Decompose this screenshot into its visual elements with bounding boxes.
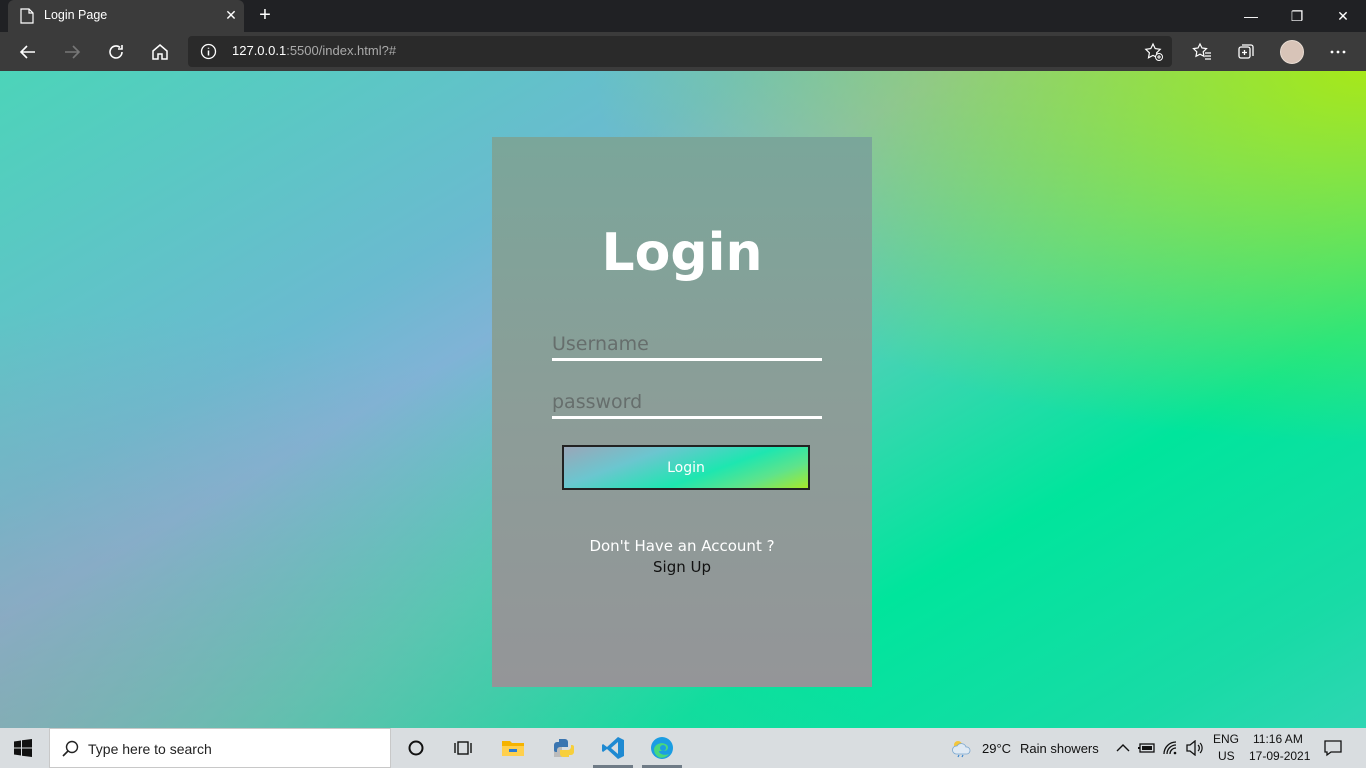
forward-icon[interactable] [60, 40, 84, 64]
close-window-icon[interactable]: ✕ [1333, 6, 1353, 26]
language-code[interactable]: ENG [1213, 732, 1239, 746]
weather-description[interactable]: Rain showers [1020, 741, 1099, 756]
windows-start-icon[interactable] [14, 739, 32, 757]
page-viewport: Login Login Don't Have an Account ? Sign… [0, 71, 1366, 728]
weather-temperature[interactable]: 29°C [982, 741, 1011, 756]
file-explorer-icon[interactable] [500, 736, 526, 760]
volume-icon[interactable] [1182, 736, 1208, 760]
vscode-icon[interactable] [600, 736, 626, 760]
keyboard-region[interactable]: US [1218, 749, 1235, 763]
task-view-icon[interactable] [450, 736, 476, 760]
tab-title: Login Page [44, 8, 108, 22]
browser-toolbar: 127.0.0.1:5500/index.html?# [0, 32, 1366, 71]
home-icon[interactable] [148, 40, 172, 64]
browser-tab-strip: Login Page ✕ + — ❐ ✕ [0, 0, 1366, 32]
password-input[interactable] [552, 389, 822, 415]
collections-icon[interactable] [1234, 40, 1258, 64]
username-field[interactable] [552, 331, 822, 361]
clock-time[interactable]: 11:16 AM [1253, 732, 1303, 746]
profile-avatar[interactable] [1280, 40, 1304, 64]
page-icon [20, 8, 34, 24]
signup-link[interactable]: Sign Up [492, 558, 872, 576]
username-input[interactable] [552, 331, 822, 357]
refresh-icon[interactable] [104, 40, 128, 64]
edge-icon[interactable] [649, 736, 675, 760]
search-placeholder: Type here to search [88, 741, 212, 757]
close-tab-icon[interactable]: ✕ [224, 8, 238, 22]
login-card: Login Login Don't Have an Account ? Sign… [492, 137, 872, 687]
add-favorite-icon[interactable] [1144, 42, 1164, 62]
no-account-text: Don't Have an Account ? [589, 537, 775, 555]
favorites-icon[interactable] [1190, 40, 1214, 64]
weather-icon[interactable] [949, 736, 975, 760]
login-button[interactable]: Login [562, 445, 810, 490]
clock-date[interactable]: 17-09-2021 [1249, 749, 1310, 763]
url-host: 127.0.0.1 [232, 43, 287, 58]
new-tab-icon[interactable]: + [256, 5, 274, 25]
restore-icon[interactable]: ❐ [1287, 6, 1307, 26]
address-bar[interactable]: 127.0.0.1:5500/index.html?# [188, 36, 1172, 67]
info-icon[interactable] [200, 43, 217, 60]
show-hidden-icons-chevron-icon[interactable] [1110, 736, 1136, 760]
browser-tab[interactable]: Login Page ✕ [8, 0, 244, 32]
more-options-icon[interactable] [1326, 40, 1350, 64]
python-icon[interactable] [551, 736, 577, 760]
url-path: :5500/index.html?# [286, 43, 397, 58]
taskbar-search-box[interactable]: Type here to search [49, 728, 391, 768]
login-title: Login [601, 223, 763, 283]
windows-taskbar: Type here to search 29°C Rain showers EN… [0, 728, 1366, 768]
back-icon[interactable] [16, 40, 40, 64]
url-text[interactable]: 127.0.0.1:5500/index.html?# [232, 43, 396, 58]
notifications-icon[interactable] [1320, 736, 1346, 760]
search-icon [62, 740, 79, 757]
password-field[interactable] [552, 389, 822, 419]
battery-icon[interactable] [1134, 736, 1160, 760]
cortana-icon[interactable] [403, 736, 429, 760]
minimize-icon[interactable]: — [1241, 6, 1261, 26]
wifi-icon[interactable] [1158, 736, 1184, 760]
